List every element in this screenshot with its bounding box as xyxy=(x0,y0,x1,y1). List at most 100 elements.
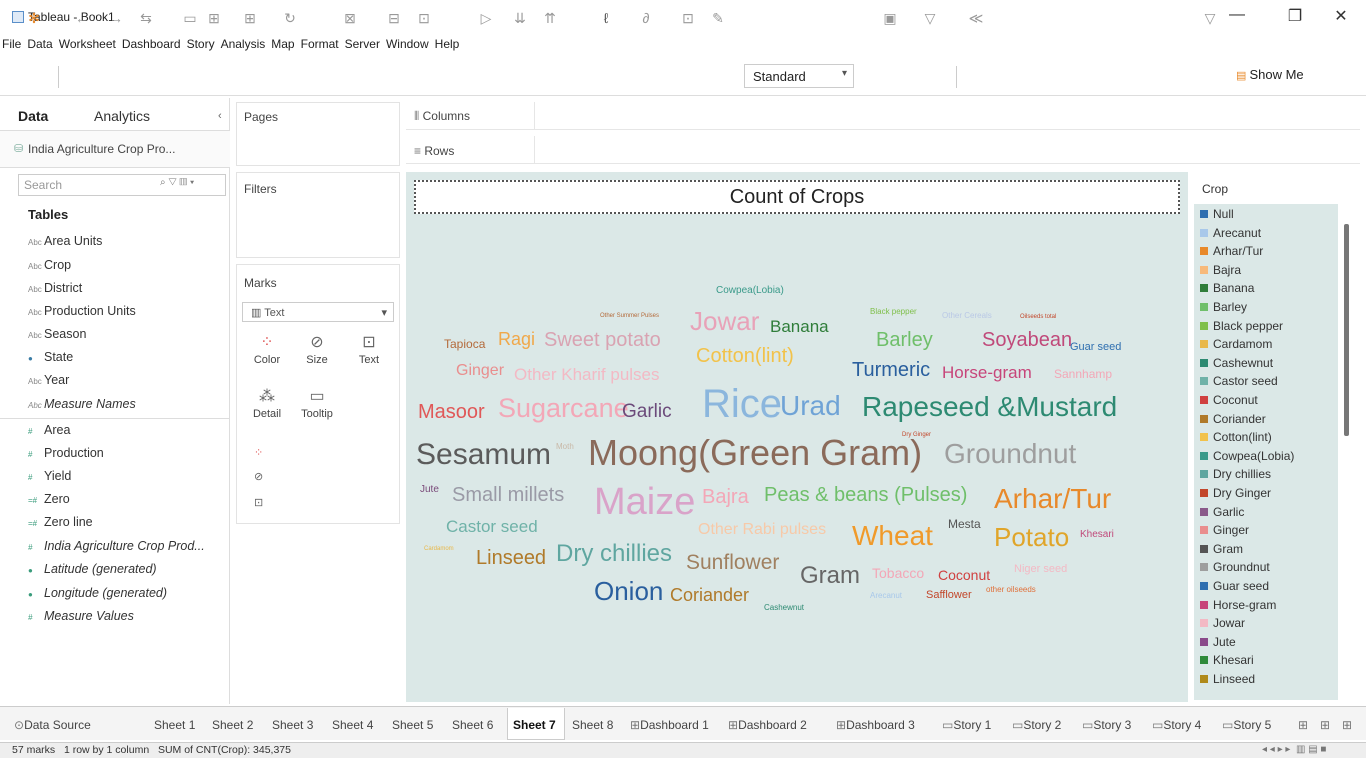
legend-item[interactable]: Linseed xyxy=(1200,672,1255,686)
legend-item[interactable]: Guar seed xyxy=(1200,579,1269,593)
format-icon[interactable]: ⊡ xyxy=(678,10,698,27)
refresh-icon[interactable]: ↻ xyxy=(280,10,300,27)
label-pen-icon[interactable]: ℓ xyxy=(596,10,616,26)
word-sannhamp[interactable]: Sannhamp xyxy=(1054,368,1112,380)
word-cashewnut[interactable]: Cashewnut xyxy=(764,604,804,612)
field-crop[interactable]: Abc Crop xyxy=(28,258,71,280)
size-button[interactable]: ⊘ Size xyxy=(296,332,338,378)
sheet-nav-icons[interactable]: ◂ ◂ ▸ ▸ ▥ ▤ ■ xyxy=(1262,744,1326,755)
menu-map[interactable]: Map xyxy=(271,34,294,54)
cnt-crop-size-pill[interactable]: CNT(Crop) xyxy=(270,468,390,488)
word-black-pepper[interactable]: Black pepper xyxy=(870,308,917,316)
field-area-units[interactable]: Abc Area Units xyxy=(28,234,102,256)
crop-text-pill[interactable]: Crop xyxy=(270,493,390,513)
annotate-icon[interactable]: ∂ xyxy=(636,10,656,26)
word-niger-seed[interactable]: Niger seed xyxy=(1014,564,1067,575)
new-dashboard-tab-icon[interactable]: ⊞ xyxy=(1320,718,1330,732)
word-linseed[interactable]: Linseed xyxy=(476,548,546,568)
word-dry-chillies[interactable]: Dry chillies xyxy=(556,542,672,566)
word-onion[interactable]: Onion xyxy=(594,578,663,604)
word-cardamom[interactable]: Cardamom xyxy=(424,546,454,552)
close-button[interactable]: ✕ xyxy=(1326,6,1356,26)
show-me-button[interactable]: ▤ Show Me xyxy=(1236,67,1304,82)
legend-item[interactable]: Cardamom xyxy=(1200,337,1272,351)
word-jowar[interactable]: Jowar xyxy=(690,308,759,334)
legend-item[interactable]: Gram xyxy=(1200,542,1243,556)
highlight-icon[interactable]: ▷ xyxy=(476,10,496,27)
field-area[interactable]: # Area xyxy=(28,423,70,445)
word-banana[interactable]: Banana xyxy=(770,318,829,335)
legend-item[interactable]: Barley xyxy=(1200,300,1247,314)
legend-item[interactable]: Cashewnut xyxy=(1200,356,1273,370)
tab-data-source[interactable]: ⊙Data Source xyxy=(14,718,91,732)
menu-file[interactable]: File xyxy=(2,34,21,54)
new-worksheet-tab-icon[interactable]: ⊞ xyxy=(1298,718,1308,732)
tab-data[interactable]: Data xyxy=(18,108,48,124)
legend-item[interactable]: Dry chillies xyxy=(1200,467,1271,481)
word-peas-beans-pulses[interactable]: Peas & beans (Pulses) xyxy=(764,485,967,505)
word-jute[interactable]: Jute xyxy=(420,485,439,495)
mark-type-select[interactable]: ▥ Text ▾ xyxy=(242,302,394,322)
data-source-icon[interactable]: ⇆ xyxy=(136,10,156,27)
legend-item[interactable]: Horse-gram xyxy=(1200,598,1276,612)
word-potato[interactable]: Potato xyxy=(994,524,1069,550)
word-castor-seed[interactable]: Castor seed xyxy=(446,518,538,535)
field-measure-values[interactable]: # Measure Values xyxy=(28,609,134,631)
sort-desc-icon[interactable]: ⇈ xyxy=(540,10,560,27)
field-measure-names[interactable]: Abc Measure Names xyxy=(28,397,136,419)
tab-dashboard-2[interactable]: ⊞Dashboard 2 xyxy=(728,718,807,732)
menu-help[interactable]: Help xyxy=(435,34,460,54)
sort-asc-icon[interactable]: ⇊ xyxy=(510,10,530,27)
word-tapioca[interactable]: Tapioca xyxy=(444,338,485,350)
word-sugarcane[interactable]: Sugarcane xyxy=(498,395,629,422)
word-masoor[interactable]: Masoor xyxy=(418,402,485,422)
clear-icon[interactable]: ⊟ xyxy=(384,10,404,27)
word-ragi[interactable]: Ragi xyxy=(498,330,535,348)
legend-item[interactable]: Arecanut xyxy=(1200,226,1261,240)
tab-sheet-6[interactable]: Sheet 6 xyxy=(452,718,493,732)
tab-sheet-8[interactable]: Sheet 8 xyxy=(572,718,613,732)
tab-analytics[interactable]: Analytics xyxy=(94,108,150,124)
swap-icon[interactable]: ⊠ xyxy=(340,10,360,27)
word-rapeseed-mustard[interactable]: Rapeseed &Mustard xyxy=(862,393,1117,421)
word-khesari[interactable]: Khesari xyxy=(1080,530,1114,540)
word-barley[interactable]: Barley xyxy=(876,330,933,350)
word-moth[interactable]: Moth xyxy=(556,443,574,451)
legend-item[interactable]: Ginger xyxy=(1200,523,1249,537)
word-bajra[interactable]: Bajra xyxy=(702,487,749,507)
new-worksheet-icon[interactable]: ⊞ xyxy=(240,10,260,27)
word-groundnut[interactable]: Groundnut xyxy=(944,440,1076,468)
fit-select[interactable]: Standard ▾ xyxy=(744,64,854,88)
word-mesta[interactable]: Mesta xyxy=(948,518,981,530)
word-maize[interactable]: Maize xyxy=(594,483,695,521)
legend-item[interactable]: Black pepper xyxy=(1200,319,1283,333)
word-moong-green-gram[interactable]: Moong(Green Gram) xyxy=(588,435,922,471)
tab-story-4[interactable]: ▭Story 4 xyxy=(1152,718,1201,732)
tab-story-3[interactable]: ▭Story 3 xyxy=(1082,718,1131,732)
group-icon[interactable]: ⊡ xyxy=(414,10,434,27)
word-ginger[interactable]: Ginger xyxy=(456,363,504,379)
field-zero[interactable]: =# Zero xyxy=(28,492,70,514)
legend-item[interactable]: Cotton(lint) xyxy=(1200,430,1272,444)
datasource-name[interactable]: India Agriculture Crop Pro... xyxy=(28,142,175,156)
field-year[interactable]: Abc Year xyxy=(28,373,69,395)
new-story-tab-icon[interactable]: ⊞ xyxy=(1342,718,1352,732)
legend-item[interactable]: Banana xyxy=(1200,281,1254,295)
redo-icon[interactable]: → xyxy=(106,10,126,26)
word-other-cereals[interactable]: Other Cereals xyxy=(942,312,992,320)
legend-item[interactable]: Jowar xyxy=(1200,616,1245,630)
word-cotton-lint[interactable]: Cotton(lint) xyxy=(696,346,794,366)
word-soyabean[interactable]: Soyabean xyxy=(982,330,1072,350)
field-zero-line[interactable]: =# Zero line xyxy=(28,515,93,537)
detail-button[interactable]: ⁂ Detail xyxy=(246,386,288,432)
word-sunflower[interactable]: Sunflower xyxy=(686,552,779,573)
word-safflower[interactable]: Safflower xyxy=(926,590,972,601)
word-wheat[interactable]: Wheat xyxy=(852,522,933,550)
maximize-button[interactable]: ❐ xyxy=(1280,6,1310,26)
field-production-units[interactable]: Abc Production Units xyxy=(28,304,136,326)
word-urad[interactable]: Urad xyxy=(780,392,841,420)
tableau-start-icon[interactable]: ✻ xyxy=(24,10,44,27)
field-district[interactable]: Abc District xyxy=(28,281,82,303)
legend-item[interactable]: Jute xyxy=(1200,635,1236,649)
legend-item[interactable]: Dry Ginger xyxy=(1200,486,1271,500)
